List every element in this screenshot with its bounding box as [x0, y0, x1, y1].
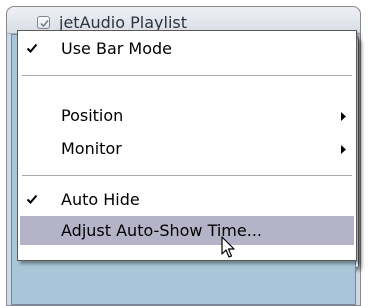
- menu-item-monitor[interactable]: Monitor: [20, 134, 354, 163]
- menu-item-label: Position: [61, 106, 124, 125]
- menu-separator: [22, 75, 352, 76]
- submenu-arrow-icon: [341, 112, 346, 121]
- checkmark-icon: [26, 43, 38, 53]
- menu-item-label: Auto Hide: [61, 190, 140, 209]
- context-menu: Use Bar Mode Position Monitor Auto Hide …: [17, 30, 357, 261]
- checkmark-icon: [26, 194, 38, 204]
- menu-item-adjust-auto-show-time[interactable]: Adjust Auto-Show Time...: [20, 216, 354, 245]
- checkbox-icon[interactable]: [37, 16, 50, 29]
- menu-item-label: Monitor: [61, 139, 122, 158]
- menu-item-use-bar-mode[interactable]: Use Bar Mode: [20, 34, 354, 63]
- menu-item-position[interactable]: Position: [20, 101, 354, 130]
- menu-item-auto-hide[interactable]: Auto Hide: [20, 185, 354, 214]
- mouse-pointer-icon: [221, 236, 235, 258]
- menu-item-label: Use Bar Mode: [61, 39, 173, 58]
- submenu-arrow-icon: [341, 145, 346, 154]
- menu-separator: [22, 175, 352, 176]
